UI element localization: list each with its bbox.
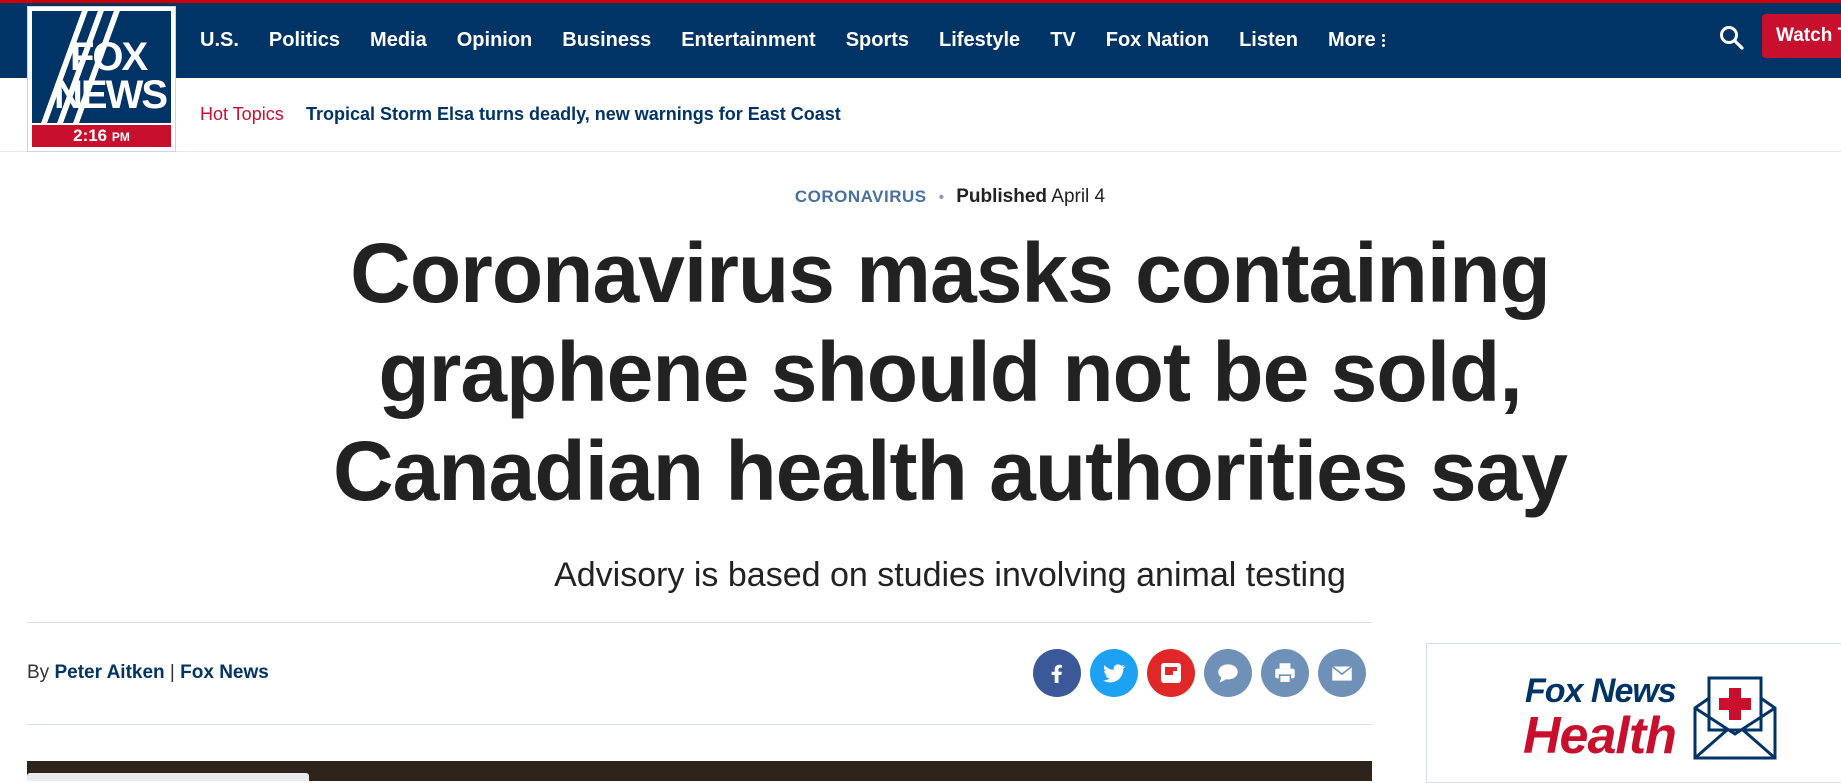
meta-separator: • bbox=[938, 189, 945, 206]
hot-topics-label: Hot Topics bbox=[200, 104, 284, 124]
source-link[interactable]: Fox News bbox=[180, 662, 269, 683]
health-envelope-icon bbox=[1693, 676, 1777, 760]
twitter-icon bbox=[1103, 664, 1126, 683]
promo-title-line2: Health bbox=[1523, 707, 1677, 765]
email-icon bbox=[1331, 665, 1353, 681]
clock-meridiem: PM bbox=[111, 130, 130, 144]
byline: By Peter Aitken | Fox News bbox=[27, 662, 269, 684]
nav-item-sports[interactable]: Sports bbox=[846, 29, 909, 52]
search-icon[interactable] bbox=[1718, 24, 1746, 52]
author-link[interactable]: Peter Aitken bbox=[54, 662, 164, 683]
nav-item-us[interactable]: U.S. bbox=[200, 29, 239, 52]
email-share-button[interactable] bbox=[1318, 649, 1366, 697]
nav-item-business[interactable]: Business bbox=[562, 29, 651, 52]
share-buttons bbox=[1033, 649, 1375, 697]
category-link[interactable]: CORONAVIRUS bbox=[795, 187, 927, 206]
logo-mark: FOX NEWS bbox=[32, 11, 171, 123]
comments-button[interactable] bbox=[1204, 649, 1252, 697]
published-date: April 4 bbox=[1051, 186, 1106, 207]
published-label: Published bbox=[956, 186, 1048, 207]
byline-separator: | bbox=[169, 662, 175, 683]
article-meta: CORONAVIRUS • Published April 4 bbox=[0, 186, 1841, 208]
twitter-share-button[interactable] bbox=[1090, 649, 1138, 697]
article-subheadline: Advisory is based on studies involving a… bbox=[554, 556, 1346, 594]
nav-more-button[interactable]: More bbox=[1328, 29, 1386, 52]
logo-text-news: NEWS bbox=[54, 73, 168, 117]
nav-item-lifestyle[interactable]: Lifestyle bbox=[939, 29, 1020, 52]
nav-item-listen[interactable]: Listen bbox=[1239, 29, 1298, 52]
divider bbox=[27, 724, 1372, 725]
comment-icon bbox=[1218, 664, 1238, 683]
primary-nav: U.S. Politics Media Opinion Business Ent… bbox=[200, 3, 1416, 78]
article-headline: Coronavirus masks containing graphene sh… bbox=[332, 226, 1568, 518]
logo-clock: 2:16 PM bbox=[32, 125, 171, 147]
clock-time: 2:16 bbox=[73, 126, 108, 145]
nav-more-label: More bbox=[1328, 29, 1376, 51]
nav-item-media[interactable]: Media bbox=[370, 29, 427, 52]
facebook-icon bbox=[1051, 664, 1062, 683]
print-button[interactable] bbox=[1261, 649, 1309, 697]
nav-item-politics[interactable]: Politics bbox=[269, 29, 340, 52]
more-dots-icon bbox=[1381, 32, 1386, 49]
nav-item-fox-nation[interactable]: Fox Nation bbox=[1106, 29, 1209, 52]
watch-tv-button[interactable]: Watch T bbox=[1762, 14, 1841, 58]
print-icon bbox=[1275, 663, 1295, 684]
divider bbox=[27, 622, 1372, 623]
fox-news-health-promo[interactable]: Fox News Health bbox=[1426, 643, 1841, 783]
fox-news-logo[interactable]: FOX NEWS 2:16 PM bbox=[28, 7, 175, 151]
flipboard-share-button[interactable] bbox=[1147, 649, 1195, 697]
nav-item-entertainment[interactable]: Entertainment bbox=[681, 29, 815, 52]
nav-item-opinion[interactable]: Opinion bbox=[457, 29, 533, 52]
hot-topic-link[interactable]: Tropical Storm Elsa turns deadly, new wa… bbox=[306, 104, 841, 125]
logo-text-fox: FOX bbox=[70, 35, 148, 79]
image-overlay-tab bbox=[27, 773, 309, 781]
facebook-share-button[interactable] bbox=[1033, 649, 1081, 697]
flipboard-icon bbox=[1161, 663, 1181, 683]
nav-item-tv[interactable]: TV bbox=[1050, 29, 1076, 52]
byline-prefix: By bbox=[27, 662, 50, 683]
